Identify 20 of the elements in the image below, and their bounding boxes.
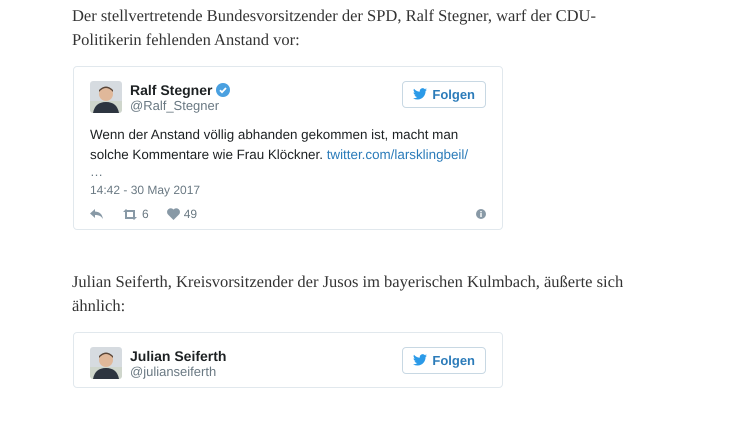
author-name[interactable]: Julian Seiferth xyxy=(130,348,226,364)
tweet-link[interactable]: twitter.com/larsklingbeil/ xyxy=(326,147,468,162)
info-icon[interactable] xyxy=(476,209,486,219)
bird-icon xyxy=(413,88,428,100)
author-handle[interactable]: @julianseiferth xyxy=(130,364,394,378)
retweet-icon[interactable] xyxy=(122,208,138,220)
heart-icon[interactable] xyxy=(166,208,180,220)
article-paragraph: Julian Seiferth, Kreisvorsitzender der Jusos im bayerischen Kulmbach, äußerte sich ähnlich: xyxy=(72,271,624,317)
like-count: 49 xyxy=(184,207,198,221)
more-text: … xyxy=(90,165,104,179)
author-name[interactable]: Ralf Stegner xyxy=(130,82,212,98)
follow-button[interactable]: Folgen xyxy=(402,80,486,108)
bird-icon xyxy=(413,354,428,366)
tweet-time[interactable]: 14:42 - 30 May 2017 xyxy=(90,183,486,197)
author-handle[interactable]: @Ralf_Stegner xyxy=(130,98,394,112)
retweet-count: 6 xyxy=(142,207,149,221)
tweet-text: Wenn der Anstand völlig abhanden gekommen ist, macht man solche Kommentare wie Frau Klöckner. twitter.com/larsklingbeil/ xyxy=(90,126,470,164)
article-paragraph: Der stellvertretende Bundesvorsitzender der SPD, Ralf Stegner, warf der CDU-Politikerin fehlenden Anstand vor: xyxy=(72,5,597,51)
reply-icon[interactable] xyxy=(90,209,104,219)
follow-button[interactable]: Folgen xyxy=(402,346,486,374)
